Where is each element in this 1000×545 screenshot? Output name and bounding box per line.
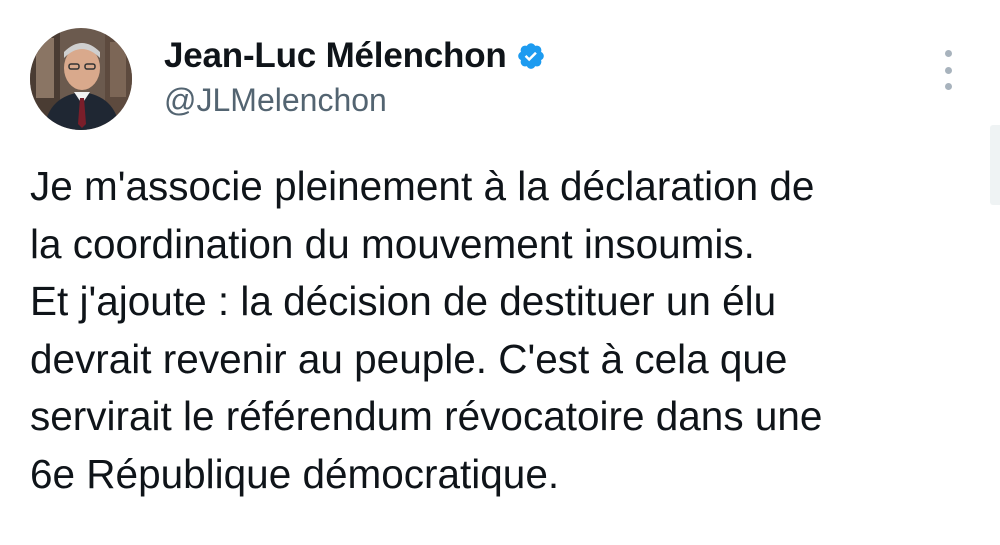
menu-dot (944, 50, 952, 57)
menu-dot (944, 66, 952, 74)
author-handle[interactable]: @JLMelenchon (164, 82, 387, 119)
author-name-row[interactable]: Jean-Luc Mélenchon (164, 34, 546, 78)
tweet-text-line: Et j'ajoute : la décision de destituer u… (30, 278, 777, 324)
profile-photo (30, 28, 132, 130)
verified-badge-icon (516, 41, 546, 71)
tweet-text-line: Je m'associe pleinement à la déclaration… (30, 163, 815, 209)
author-display-name[interactable]: Jean-Luc Mélenchon (164, 36, 507, 76)
tweet-text-line: devrait revenir au peuple. C'est à cela … (30, 335, 788, 382)
tweet-text-line: la coordination du mouvement insoumis. (30, 220, 755, 267)
scrollbar-edge (990, 125, 1000, 205)
author-avatar[interactable] (30, 28, 132, 130)
more-options-icon[interactable] (930, 50, 966, 90)
tweet-text: Je m'associe pleinement à la déclaration… (30, 158, 980, 503)
tweet-text-line: 6e République démocratique. (30, 450, 560, 497)
tweet-card: Jean-Luc Mélenchon @JLMelenchon Je m'ass… (0, 0, 1000, 545)
tweet-text-line: servirait le référendum révocatoire dans… (30, 393, 823, 439)
menu-dot (944, 83, 952, 90)
